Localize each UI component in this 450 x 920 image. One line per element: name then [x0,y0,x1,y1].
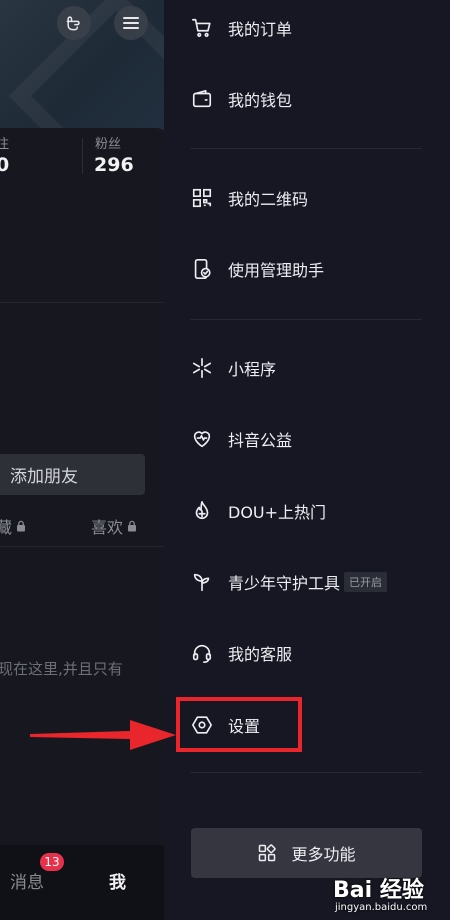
watermark-logo: Bai 经验 [333,878,424,903]
nav-me[interactable]: 我 [109,868,126,893]
hand-pointer-icon [66,16,80,31]
hamburger-icon [123,17,139,29]
heart-charity-icon [190,427,214,451]
lock-icon [128,520,137,532]
phone-check-icon [190,257,214,281]
headset-icon [190,641,214,665]
tabs-divider [0,546,170,547]
cart-icon [190,16,214,40]
mini-program-icon [190,356,214,380]
flame-plus-icon [190,499,214,523]
menu-button[interactable] [114,6,148,40]
menu-divider [190,148,422,149]
more-features-label: 更多功能 [291,845,356,864]
side-drawer: 我的订单 我的钱包 我的二维码 使用管理助手 小程序 抖音公益 DOU+上热门 … [164,0,450,920]
menu-divider [190,319,422,320]
following-label: 注 [0,137,10,152]
divider [0,302,170,303]
add-friend-button[interactable]: 添加朋友 [0,454,145,495]
menu-item-qrcode[interactable]: 我的二维码 [164,170,450,226]
menu-item-orders[interactable]: 我的订单 [164,0,450,56]
sprout-icon [190,570,214,594]
settings-highlight-box [176,697,302,752]
menu-label: 抖音公益 [228,431,293,450]
qrcode-icon [190,186,214,210]
watermark: Bai 经验 jingyan.baidu.com [333,872,448,920]
messages-badge: 13 [40,853,64,871]
menu-label: 我的订单 [228,20,293,39]
menu-label: 小程序 [228,360,277,379]
watermark-url: jingyan.baidu.com [335,902,428,913]
followers-count[interactable]: 296 [94,154,134,176]
visitor-hand-button[interactable] [57,6,91,40]
wallet-icon [190,87,214,111]
grid-icon [259,844,277,862]
following-count[interactable]: 0 [0,154,9,176]
menu-item-usage-assistant[interactable]: 使用管理助手 [164,241,450,297]
menu-label: 使用管理助手 [228,261,325,280]
menu-item-mini-program[interactable]: 小程序 [164,340,450,396]
menu-item-dou-plus[interactable]: DOU+上热门 [164,483,450,539]
followers-label: 粉丝 [95,137,122,152]
menu-label: 我的钱包 [228,91,293,110]
menu-item-customer-service[interactable]: 我的客服 [164,625,450,681]
menu-item-youth-guard[interactable]: 青少年守护工具 已开启 [164,554,450,610]
menu-label: 青少年守护工具 [228,574,341,593]
tab-favorites[interactable]: 藏 [0,514,26,538]
tab-likes[interactable]: 喜欢 [91,514,137,538]
lock-icon [17,520,26,532]
menu-label: 我的二维码 [228,190,309,209]
menu-divider [190,772,422,773]
stat-divider [82,138,83,174]
profile-page: 注 0 粉丝 296 添加朋友 藏 喜欢 现在这里,并且只有 消息 13 我 [0,0,170,920]
red-arrow-icon [30,720,176,750]
menu-label: 我的客服 [228,645,293,664]
menu-item-charity[interactable]: 抖音公益 [164,411,450,467]
status-badge: 已开启 [344,572,387,592]
menu-label: DOU+上热门 [228,503,327,522]
add-friend-label: 添加朋友 [10,467,78,487]
nav-messages[interactable]: 消息 [10,868,44,893]
more-features-button[interactable]: 更多功能 [191,828,422,878]
tab-likes-label: 喜欢 [91,518,124,537]
menu-item-wallet[interactable]: 我的钱包 [164,71,450,127]
empty-hint-text: 现在这里,并且只有 [0,660,123,678]
tab-favorites-label: 藏 [0,518,13,537]
